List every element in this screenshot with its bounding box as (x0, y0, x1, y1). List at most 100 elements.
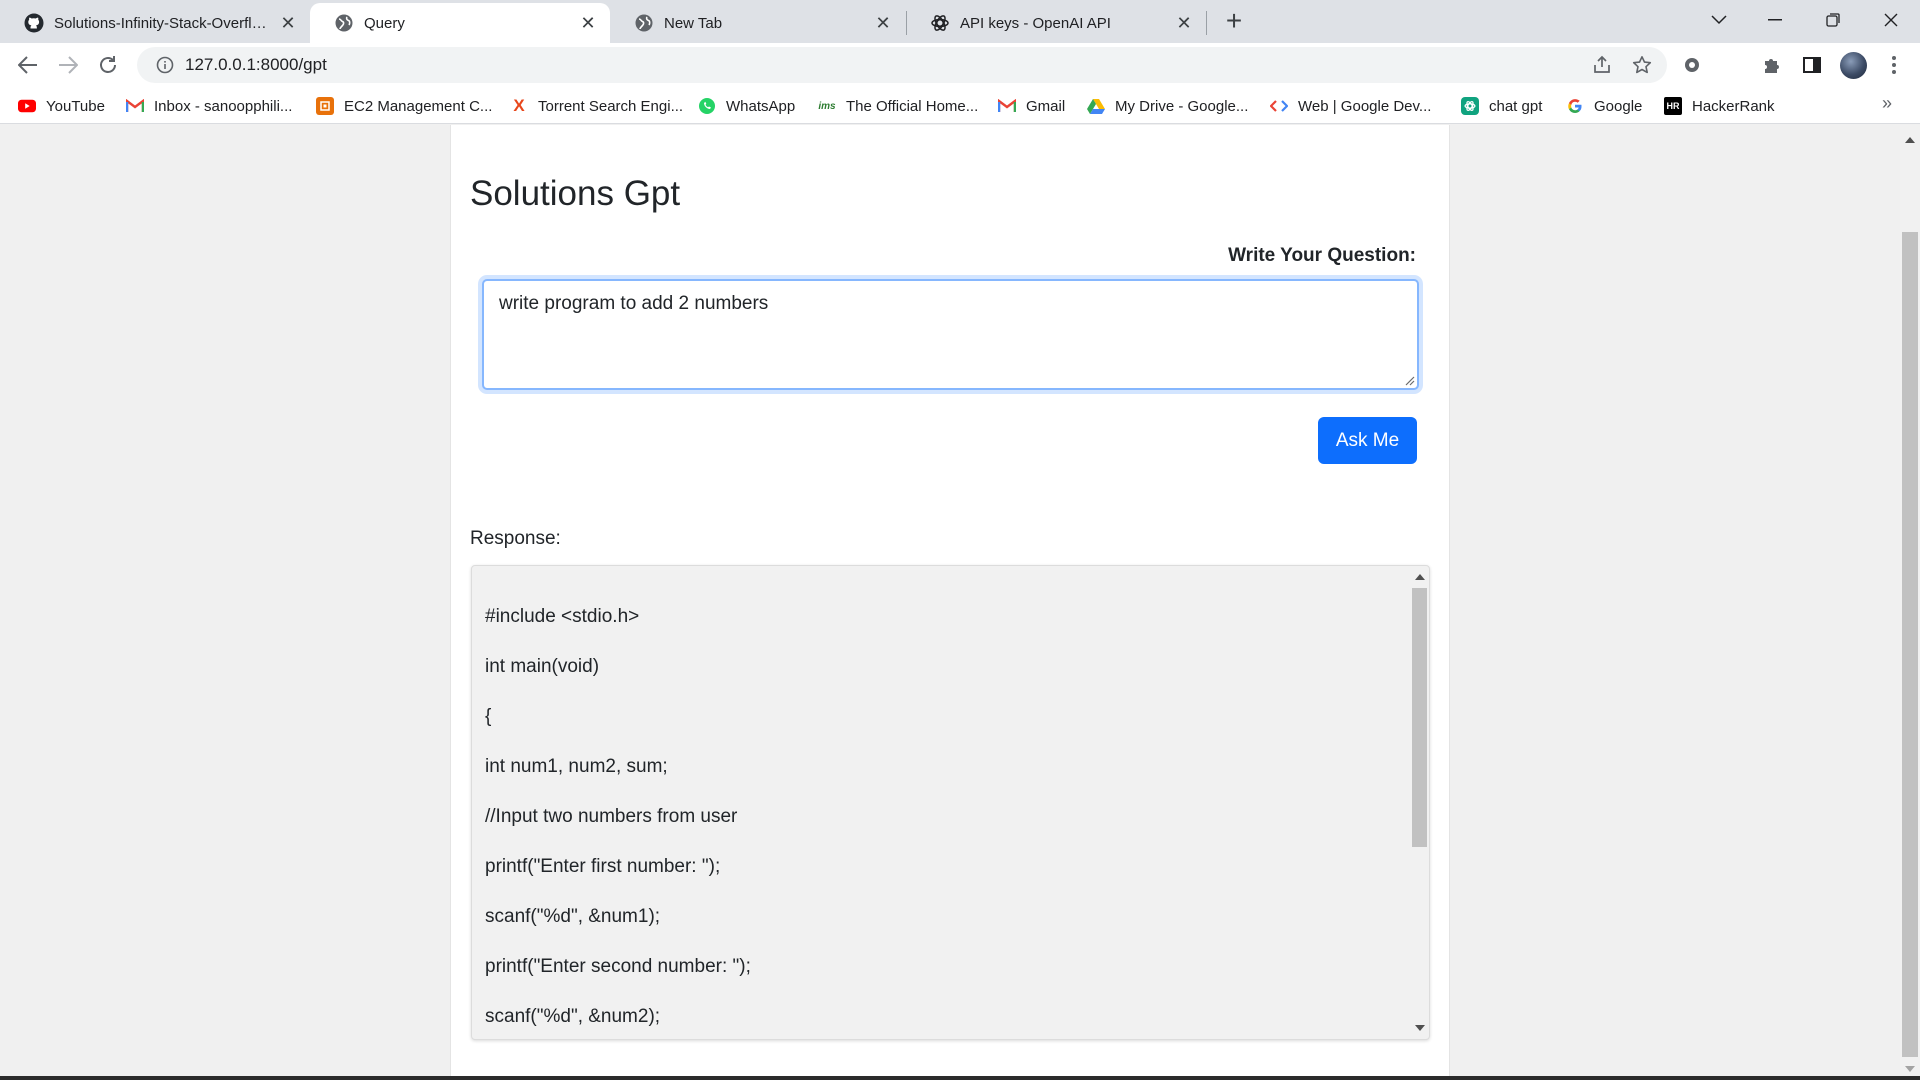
globe-icon (334, 13, 354, 33)
resize-handle-icon[interactable] (1403, 374, 1415, 386)
gmail-icon (126, 97, 144, 115)
bookmark-label: Torrent Search Engi... (538, 97, 684, 115)
response-line: //Input two numbers from user (485, 806, 738, 827)
extension-button[interactable] (1676, 49, 1708, 81)
bookmark-label: EC2 Management C... (344, 97, 493, 115)
response-line: printf("Enter second number: "); (485, 956, 751, 977)
extensions-button[interactable] (1756, 49, 1788, 81)
page-viewport: Solutions Gpt Write Your Question: write… (0, 125, 1900, 1080)
back-button[interactable] (12, 49, 44, 81)
response-line: { (485, 706, 492, 727)
question-input[interactable]: write program to add 2 numbers (482, 279, 1419, 390)
tab-title: API keys - OpenAI API (960, 14, 1111, 32)
share-button[interactable] (1586, 49, 1618, 81)
response-scrollbar[interactable] (1411, 568, 1428, 1037)
bookmark-drive[interactable]: My Drive - Google... (1087, 95, 1248, 117)
bookmark-google[interactable]: Google (1566, 95, 1642, 117)
globe-icon (634, 13, 654, 33)
reload-icon (100, 56, 116, 73)
bookmark-label: Web | Google Dev... (1298, 97, 1432, 115)
bookmark-label: YouTube (46, 97, 105, 115)
close-icon (1884, 13, 1898, 27)
chevron-down-icon (1711, 15, 1727, 25)
bookmark-inbox[interactable]: Inbox - sanoopphili... (126, 95, 292, 117)
aws-icon (316, 97, 334, 115)
github-icon (24, 13, 44, 33)
tab-new-tab[interactable]: New Tab ✕ (610, 3, 905, 43)
minimize-icon (1768, 19, 1782, 21)
torrent-icon: X (513, 96, 525, 115)
drive-icon (1087, 97, 1105, 115)
restore-button[interactable] (1804, 0, 1862, 40)
arrow-left-icon (18, 56, 37, 74)
puzzle-icon (1765, 59, 1779, 73)
bookmark-ec2[interactable]: EC2 Management C... (316, 95, 492, 117)
scroll-up-arrow-icon[interactable] (1905, 137, 1915, 143)
question-label: Write Your Question: (1228, 245, 1416, 266)
side-panel-button[interactable] (1796, 49, 1828, 81)
bookmark-official-home[interactable]: ims The Official Home... (818, 95, 978, 117)
close-icon[interactable]: ✕ (278, 13, 298, 33)
bookmarks-overflow-button[interactable]: » (1882, 93, 1892, 114)
tab-title: Solutions-Infinity-Stack-Overflow (54, 14, 270, 32)
bookmark-label: My Drive - Google... (1115, 97, 1249, 115)
reload-button[interactable] (92, 49, 124, 81)
bookmark-label: HackerRank (1692, 97, 1775, 115)
close-icon[interactable]: ✕ (873, 13, 893, 33)
page-title: Solutions Gpt (470, 174, 681, 213)
response-line: printf("Enter first number: "); (485, 856, 721, 877)
arrow-right-icon (59, 56, 78, 74)
side-panel-icon (1803, 57, 1821, 73)
profile-avatar[interactable] (1840, 52, 1867, 79)
close-icon[interactable]: ✕ (1174, 13, 1194, 33)
response-line: scanf("%d", &num1); (485, 906, 661, 927)
tab-openai[interactable]: API keys - OpenAI API ✕ (906, 3, 1206, 43)
bookmark-hackerrank[interactable]: HR HackerRank (1664, 95, 1775, 117)
response-line: int num1, num2, sum; (485, 756, 668, 777)
page-scrollbar[interactable] (1900, 125, 1920, 1080)
tab-divider (1206, 11, 1207, 35)
star-icon (1632, 56, 1652, 74)
tab-github[interactable]: Solutions-Infinity-Stack-Overflow ✕ (0, 3, 310, 43)
hackerrank-icon: HR (1664, 97, 1682, 115)
bookmark-youtube[interactable]: YouTube (18, 95, 105, 117)
extension-badge-icon (1685, 58, 1699, 72)
bookmark-gmail[interactable]: Gmail (998, 95, 1065, 117)
ims-icon: ims (818, 100, 836, 112)
browser-toolbar: 127.0.0.1:8000/gpt (0, 43, 1920, 87)
page-scrollbar-thumb[interactable] (1902, 232, 1918, 1057)
bookmark-label: chat gpt (1489, 97, 1543, 115)
ask-me-button[interactable]: Ask Me (1318, 417, 1417, 464)
address-bar[interactable]: 127.0.0.1:8000/gpt (137, 47, 1667, 83)
more-vert-icon (1892, 56, 1896, 74)
close-icon[interactable]: ✕ (578, 13, 598, 33)
bookmark-label: Inbox - sanoopphili... (154, 97, 293, 115)
info-icon[interactable] (147, 56, 183, 74)
menu-button[interactable] (1878, 49, 1910, 81)
bookmark-label: The Official Home... (846, 97, 979, 115)
tab-title: Query (364, 14, 405, 32)
tab-query[interactable]: Query ✕ (310, 3, 610, 43)
scroll-up-arrow-icon[interactable] (1415, 574, 1425, 580)
response-label: Response: (470, 528, 561, 549)
bookmark-torrent[interactable]: X Torrent Search Engi... (510, 95, 683, 117)
response-scrollbar-thumb[interactable] (1412, 588, 1427, 847)
bookmark-star-button[interactable] (1626, 49, 1658, 81)
bookmark-label: Gmail (1026, 97, 1066, 115)
tab-search-button[interactable] (1690, 0, 1748, 40)
window-close-button[interactable] (1862, 0, 1920, 40)
response-box[interactable]: #include <stdio.h> int main(void) { int … (471, 565, 1430, 1040)
forward-button[interactable] (52, 49, 84, 81)
taskbar-edge (0, 1076, 1920, 1080)
scroll-down-arrow-icon[interactable] (1905, 1066, 1915, 1072)
bookmark-whatsapp[interactable]: WhatsApp (698, 95, 795, 117)
scroll-down-arrow-icon[interactable] (1415, 1025, 1425, 1031)
new-tab-button[interactable]: + (1219, 5, 1249, 36)
gmail-icon (998, 97, 1016, 115)
minimize-button[interactable] (1746, 0, 1804, 40)
tab-strip: Solutions-Infinity-Stack-Overflow ✕ Quer… (0, 0, 1920, 43)
bookmark-google-dev[interactable]: Web | Google Dev... (1270, 95, 1431, 117)
chatgpt-icon (1461, 97, 1479, 115)
bookmark-chat-gpt[interactable]: chat gpt (1461, 95, 1542, 117)
restore-icon (1826, 13, 1840, 27)
